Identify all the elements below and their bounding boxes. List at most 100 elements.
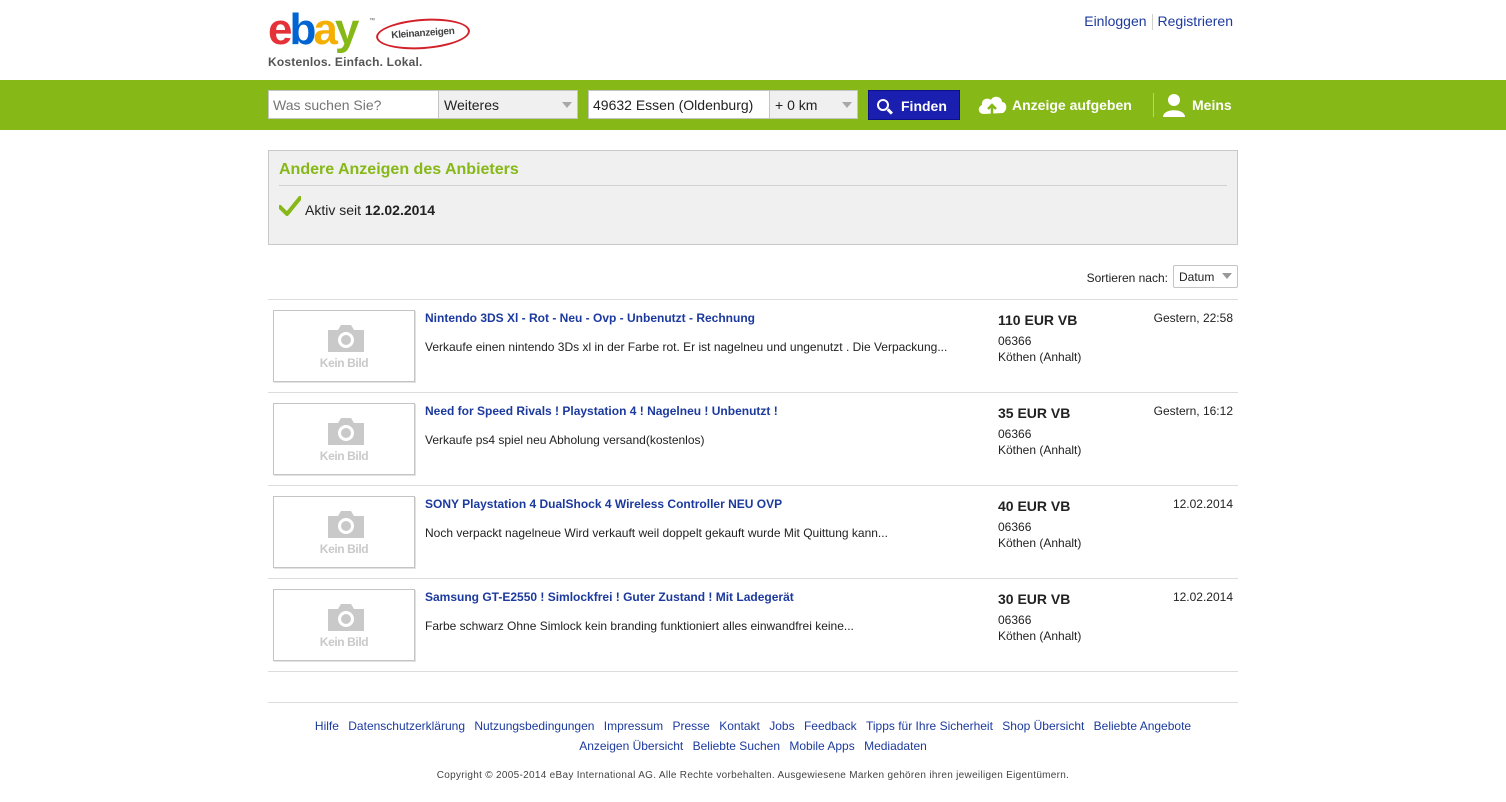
user-icon [1163, 94, 1185, 117]
listing-description: Verkaufe ps4 spiel neu Abholung versand(… [425, 433, 705, 447]
footer-link-beliebte-angebote[interactable]: Beliebte Angebote [1094, 719, 1191, 733]
camera-icon [328, 418, 364, 445]
listing-item: Kein Bild SONY Playstation 4 DualShock 4… [268, 486, 1238, 579]
slogan: Kostenlos. Einfach. Lokal. [268, 55, 423, 69]
logo-wordmark: ebay [268, 5, 359, 54]
listing-description: Noch verpackt nagelneue Wird verkauft we… [425, 526, 888, 540]
sort-value: Datum [1179, 270, 1215, 284]
camera-icon [328, 511, 364, 538]
listing-title[interactable]: Need for Speed Rivals ! Playstation 4 ! … [425, 404, 778, 418]
camera-icon [328, 325, 364, 352]
sort-row: Sortieren nach: Datum [268, 245, 1238, 299]
no-image-label: Kein Bild [319, 449, 369, 463]
category-value: Weiteres [444, 97, 499, 113]
listing-date: 12.02.2014 [1172, 590, 1233, 604]
no-image-label: Kein Bild [319, 542, 369, 556]
chevron-down-icon [1222, 273, 1232, 279]
listing-list: Kein Bild Nintendo 3DS Xl - Rot - Neu - … [268, 299, 1238, 672]
listing-city: Köthen (Anhalt) [998, 350, 1082, 364]
listing-zip: 06366 [998, 613, 1032, 627]
radius-select[interactable]: + 0 km [769, 90, 858, 119]
no-image-label: Kein Bild [319, 356, 369, 370]
find-button-label: Finden [901, 98, 947, 114]
sort-select[interactable]: Datum [1173, 265, 1238, 288]
footer-link-mobile-apps[interactable]: Mobile Apps [789, 739, 854, 753]
logo-trademark: ™ [369, 18, 375, 24]
site-header: ebay ™ Kleinanzeigen Kostenlos. Einfach.… [268, 0, 1238, 80]
listing-description: Farbe schwarz Ohne Simlock kein branding… [425, 619, 854, 633]
seller-title: Andere Anzeigen des Anbieters [279, 161, 1227, 186]
category-select[interactable]: Weiteres [438, 90, 578, 119]
footer-link-nutzungsbedingungen[interactable]: Nutzungsbedingungen [474, 719, 594, 733]
copyright-notice: Copyright © 2005-2014 eBay International… [436, 770, 1070, 781]
footer-link-presse[interactable]: Presse [672, 719, 709, 733]
seller-active-since: Aktiv seit 12.02.2014 [279, 196, 1227, 218]
listing-price: 35 EUR VB [998, 405, 1071, 421]
listing-price: 40 EUR VB [998, 498, 1071, 514]
listing-item: Kein Bild Need for Speed Rivals ! Playst… [268, 393, 1238, 486]
search-icon [877, 99, 889, 111]
find-button[interactable]: Finden [868, 90, 960, 120]
listing-zip: 06366 [998, 520, 1032, 534]
checkmark-icon [279, 196, 301, 216]
post-ad-button[interactable]: Anzeige aufgeben [976, 92, 1132, 118]
footer-link-jobs[interactable]: Jobs [769, 719, 794, 733]
no-image-label: Kein Bild [319, 635, 369, 649]
listing-zip: 06366 [998, 334, 1032, 348]
footer-link-impressum[interactable]: Impressum [604, 719, 663, 733]
link-divider [1151, 14, 1153, 31]
camera-icon [328, 604, 364, 631]
listing-city: Köthen (Anhalt) [998, 443, 1082, 457]
account-links: Einloggen Registrieren [1084, 13, 1233, 31]
chevron-down-icon [562, 102, 572, 108]
footer-link-feedback[interactable]: Feedback [804, 719, 857, 733]
listing-city: Köthen (Anhalt) [998, 536, 1082, 550]
logo-badge: Kleinanzeigen [375, 15, 471, 53]
bar-divider [1153, 93, 1154, 117]
ebay-kleinanzeigen-logo[interactable]: ebay ™ Kleinanzeigen [268, 8, 478, 54]
listing-item: Kein Bild Nintendo 3DS Xl - Rot - Neu - … [268, 300, 1238, 393]
listing-date: 12.02.2014 [1172, 497, 1233, 511]
listing-zip: 06366 [998, 427, 1032, 441]
footer-link-mediadaten[interactable]: Mediadaten [864, 739, 927, 753]
footer-link-sicherheit[interactable]: Tipps für Ihre Sicherheit [866, 719, 993, 733]
listing-price: 30 EUR VB [998, 591, 1071, 607]
listing-thumbnail[interactable]: Kein Bild [273, 310, 415, 382]
listing-title[interactable]: SONY Playstation 4 DualShock 4 Wireless … [425, 497, 782, 511]
meins-label: Meins [1192, 97, 1232, 113]
logo-badge-label: Kleinanzeigen [390, 25, 455, 42]
listing-date: Gestern, 22:58 [1153, 311, 1233, 325]
listing-description: Verkaufe einen nintendo 3Ds xl in der Fa… [425, 340, 948, 354]
site-footer: Hilfe Datenschutzerklärung Nutzungsbedin… [268, 702, 1238, 781]
footer-link-kontakt[interactable]: Kontakt [719, 719, 760, 733]
footer-links-row-2: Anzeigen Übersicht Beliebte Suchen Mobil… [268, 736, 1238, 756]
main-content: Andere Anzeigen des Anbieters Aktiv seit… [268, 150, 1238, 781]
listing-item: Kein Bild Samsung GT-E2550 ! Simlockfrei… [268, 579, 1238, 672]
listing-title[interactable]: Nintendo 3DS Xl - Rot - Neu - Ovp - Unbe… [425, 311, 755, 325]
footer-link-hilfe[interactable]: Hilfe [315, 719, 339, 733]
radius-value: + 0 km [775, 97, 818, 113]
footer-links-row-1: Hilfe Datenschutzerklärung Nutzungsbedin… [268, 716, 1238, 736]
search-bar: Weiteres 49632 Essen (Oldenburg) + 0 km … [0, 80, 1506, 130]
meins-button[interactable]: Meins [1162, 92, 1232, 118]
active-date: 12.02.2014 [364, 202, 435, 218]
listing-date: Gestern, 16:12 [1153, 404, 1233, 418]
listing-city: Köthen (Anhalt) [998, 629, 1082, 643]
footer-link-anzeigen-uebersicht[interactable]: Anzeigen Übersicht [579, 739, 683, 753]
location-input[interactable]: 49632 Essen (Oldenburg) [588, 90, 771, 119]
register-link[interactable]: Registrieren [1158, 13, 1233, 29]
chevron-down-icon [842, 102, 852, 108]
listing-thumbnail[interactable]: Kein Bild [273, 589, 415, 661]
footer-link-shop-uebersicht[interactable]: Shop Übersicht [1002, 719, 1084, 733]
search-input[interactable] [268, 90, 439, 119]
active-label: Aktiv seit [305, 202, 362, 218]
footer-link-datenschutz[interactable]: Datenschutzerklärung [348, 719, 465, 733]
post-ad-label: Anzeige aufgeben [1012, 97, 1132, 113]
login-link[interactable]: Einloggen [1084, 13, 1146, 29]
seller-info-box: Andere Anzeigen des Anbieters Aktiv seit… [268, 150, 1238, 245]
listing-thumbnail[interactable]: Kein Bild [273, 403, 415, 475]
listing-thumbnail[interactable]: Kein Bild [273, 496, 415, 568]
cloud-upload-icon [978, 96, 1007, 115]
footer-link-beliebte-suchen[interactable]: Beliebte Suchen [693, 739, 780, 753]
listing-title[interactable]: Samsung GT-E2550 ! Simlockfrei ! Guter Z… [425, 590, 794, 604]
